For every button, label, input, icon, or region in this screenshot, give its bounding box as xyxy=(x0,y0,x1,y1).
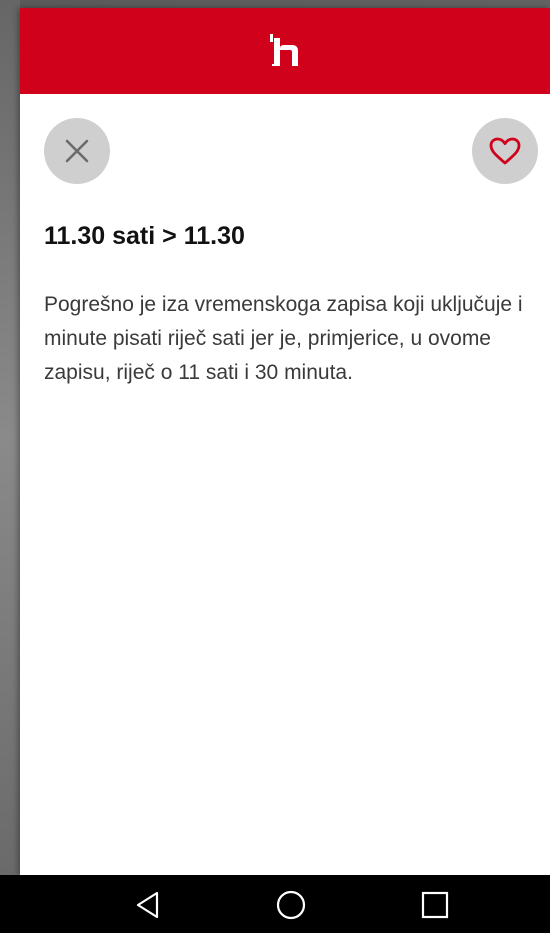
system-navigation-bar xyxy=(0,875,550,933)
back-button[interactable] xyxy=(128,885,168,925)
recents-square-icon xyxy=(421,891,449,919)
close-icon xyxy=(65,139,89,163)
background-edge xyxy=(0,0,20,875)
back-triangle-icon xyxy=(136,891,159,919)
app-header xyxy=(20,8,550,94)
close-button[interactable] xyxy=(44,118,110,184)
home-circle-icon xyxy=(276,890,306,920)
article-title: 11.30 sati > 11.30 xyxy=(44,222,245,250)
detail-sheet: 11.30 sati > 11.30 Pogrešno je iza vreme… xyxy=(20,8,550,875)
app-logo xyxy=(268,34,302,68)
favorite-button[interactable] xyxy=(472,118,538,184)
logo-h-icon xyxy=(270,34,298,66)
recents-button[interactable] xyxy=(415,885,455,925)
article-body: Pogrešno je iza vremenskoga zapisa koji … xyxy=(44,293,523,384)
heart-outline-icon xyxy=(489,137,521,165)
home-button[interactable] xyxy=(271,885,311,925)
